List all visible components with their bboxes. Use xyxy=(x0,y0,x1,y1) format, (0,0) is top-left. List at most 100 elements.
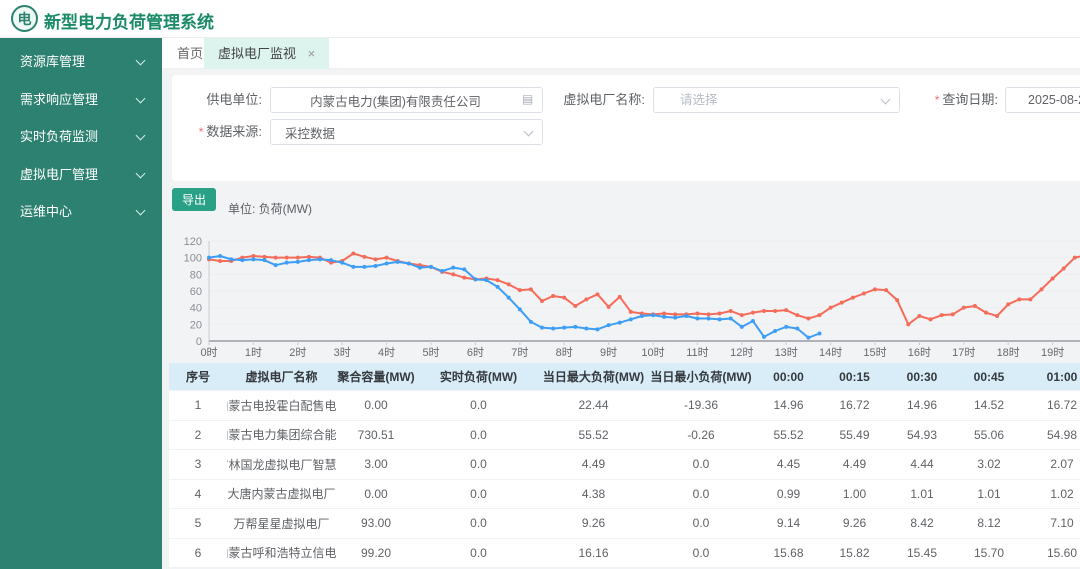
red_series-point xyxy=(972,304,977,308)
table-row[interactable]: 5 万帮星星虚拟电厂 93.00 0.0 9.26 0.0 9.14 9.26 8.42 8.12… xyxy=(169,509,1080,539)
blue_series-point xyxy=(628,317,633,322)
table-cell: 0.00 xyxy=(336,479,416,509)
query-date-input[interactable] xyxy=(1005,87,1080,113)
table-row[interactable]: 1内蒙古电投霍白配售电...0.000.022.44-19.3614.9616.… xyxy=(169,391,1080,421)
sidebar-item-5[interactable]: 运维中心 xyxy=(0,200,162,224)
table-row[interactable]: 6内蒙古呼和浩特立信电...99.200.016.160.015.6815.82… xyxy=(169,538,1080,568)
table-cell: 4 xyxy=(169,479,227,509)
blue_series-line xyxy=(208,255,820,339)
red_series-point xyxy=(1050,276,1055,281)
red_series-point xyxy=(373,257,378,262)
red_series-point xyxy=(706,312,711,317)
x-axis-tick-label: 18时 xyxy=(997,346,1020,359)
blue_series-point xyxy=(795,326,800,331)
chevron-down-icon xyxy=(135,55,146,66)
data-source-select[interactable] xyxy=(270,119,543,145)
red_series-point xyxy=(906,322,911,327)
red_series-point xyxy=(617,294,622,299)
x-axis-tick-label: 3时 xyxy=(334,346,351,359)
required-asterisk: * xyxy=(198,125,204,139)
table-cell: 4.44 xyxy=(888,450,956,480)
blue_series-point xyxy=(651,313,655,318)
load-line-chart: 0204060801001200时 1时 2时 3时 4时 5时 6时 7时 8时 9时 10时 11… xyxy=(184,236,1080,359)
table-cell: 0.0 xyxy=(416,391,541,421)
blue_series-point xyxy=(373,264,378,268)
supply-unit-input[interactable] xyxy=(270,87,543,113)
table-cell: 1.02 xyxy=(1022,479,1080,509)
blue_series-point xyxy=(251,257,256,262)
sidebar-item-label: 需求响应管理 xyxy=(20,91,99,107)
blue_series-point xyxy=(717,317,722,322)
table-cell: 3.02 xyxy=(956,450,1022,480)
red_series-point xyxy=(817,313,822,318)
table-cell: 内蒙古电力集团综合能... xyxy=(227,420,336,450)
sidebar-item-2[interactable]: 需求响应管理 xyxy=(0,88,162,112)
red_series-point xyxy=(595,292,600,297)
red_series-point xyxy=(295,255,300,260)
x-axis-tick-label: 12时 xyxy=(730,346,753,359)
red_series-point xyxy=(884,288,889,293)
red_series-line xyxy=(208,252,1080,326)
table-cell: 54.98 xyxy=(1022,420,1080,450)
blue_series-point xyxy=(784,324,789,329)
chevron-down-icon xyxy=(135,168,146,178)
blue_series-point xyxy=(406,261,411,266)
tab-vpp-monitor-label: 虚拟电厂监视 xyxy=(218,46,297,61)
table-cell: 4.49 xyxy=(541,450,646,480)
table-cell: 9.14 xyxy=(756,509,821,539)
blue_series-point xyxy=(595,327,600,332)
blue_series-point xyxy=(506,295,511,300)
table-cell: 2.07 xyxy=(1022,450,1080,480)
red_series-point xyxy=(739,313,744,318)
export-button[interactable]: 导出 xyxy=(172,188,217,211)
table-cell: 9.26 xyxy=(821,509,888,539)
x-axis-tick-label: 14时 xyxy=(819,346,842,359)
red_series-point xyxy=(1017,297,1022,302)
blue_series-point xyxy=(806,335,811,340)
blue_series-point xyxy=(495,284,500,289)
red_series-point xyxy=(573,304,578,308)
red_series-point xyxy=(806,316,811,321)
table-cell: 7.10 xyxy=(1022,509,1080,539)
table-cell: 5 xyxy=(169,509,227,539)
app-logo-icon: 电 xyxy=(11,5,38,32)
table-row[interactable]: 2内蒙古电力集团综合能...730.510.055.52-0.2655.5255… xyxy=(169,420,1080,450)
sidebar-item-4[interactable]: 虚拟电厂管理 xyxy=(0,163,162,187)
blue_series-point xyxy=(762,334,766,339)
app-window: 电 新型电力负荷管理系统 资源库管理 需求响应管理 实时负荷监测 虚拟电厂管理 运维中心… xyxy=(0,0,1080,569)
table-header-row: 序号 虚拟电厂名称 聚合容量(MW) 实时负荷(MW) 当日最大负荷(MW) 当日最小负荷… xyxy=(169,363,1080,391)
blue_series-point xyxy=(606,323,611,328)
blue_series-point xyxy=(306,258,311,263)
red_series-point xyxy=(628,309,633,314)
table-cell: 99.20 xyxy=(336,538,416,568)
tab-close-icon[interactable]: × xyxy=(308,46,316,61)
column-header: 当日最小负荷(MW) xyxy=(646,363,756,391)
sidebar-item-1[interactable]: 资源库管理 xyxy=(0,50,162,74)
sidebar-item-3[interactable]: 实时负荷监测 xyxy=(0,125,162,149)
table-cell: 55.49 xyxy=(821,420,888,450)
table-cell: 内蒙古电投霍白配售电... xyxy=(227,391,336,421)
table-cell: 1.00 xyxy=(821,479,888,509)
blue_series-point xyxy=(429,264,433,269)
blue_series-point xyxy=(573,324,578,329)
table-cell: 1.01 xyxy=(956,479,1022,509)
blue_series-point xyxy=(551,326,556,331)
table-cell: 0.0 xyxy=(646,450,756,480)
red_series-point xyxy=(828,305,833,310)
vpp-name-select[interactable] xyxy=(653,87,900,113)
table-cell: 2 xyxy=(169,420,227,450)
chevron-down-icon xyxy=(135,93,146,103)
y-axis-tick-label: 60 xyxy=(190,286,202,298)
table-row[interactable]: 3广林国龙虚拟电厂智慧...3.000.04.490.04.454.494.44… xyxy=(169,450,1080,480)
red_series-point xyxy=(939,313,944,318)
red_series-point xyxy=(506,282,511,287)
red_series-point xyxy=(895,298,900,303)
table-cell: 0.0 xyxy=(646,509,756,539)
x-axis-tick-label: 13时 xyxy=(775,346,798,359)
table-row[interactable]: 4 大唐内蒙古虚拟电厂 0.00 0.0 4.38 0.0 0.99 1.00 1.01 1.01… xyxy=(169,479,1080,509)
table-cell: 16.72 xyxy=(821,391,888,421)
blue_series-point xyxy=(750,319,755,323)
x-axis-tick-label: 17时 xyxy=(952,346,975,359)
table-cell: 730.51 xyxy=(336,420,416,450)
tab-vpp-monitor[interactable]: 虚拟电厂监视 × xyxy=(204,38,330,69)
